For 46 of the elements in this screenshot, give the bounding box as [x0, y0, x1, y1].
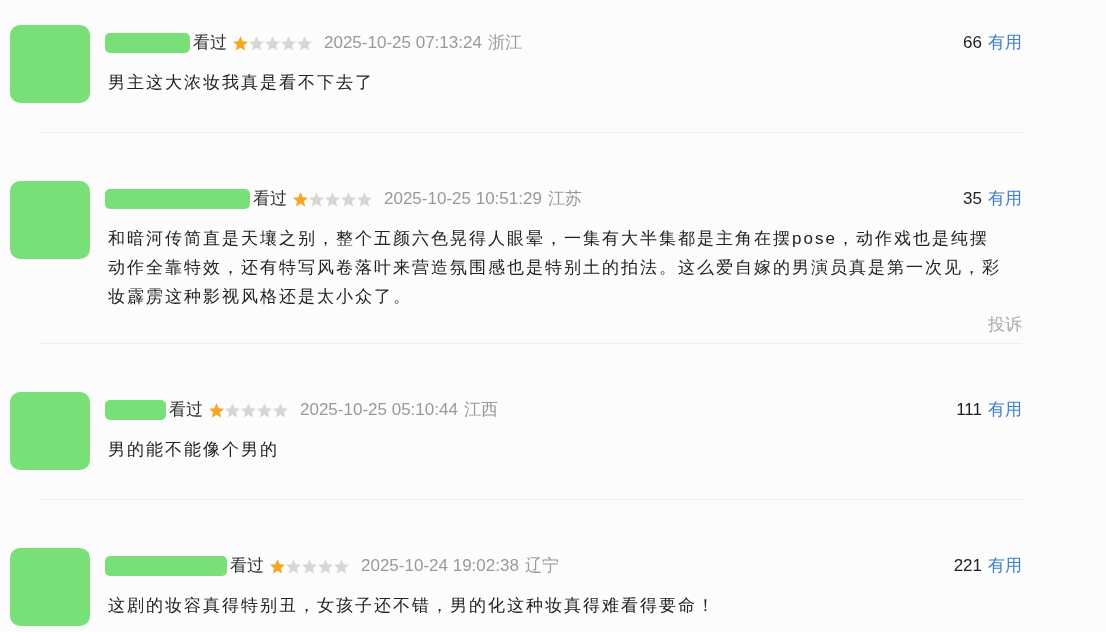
review-location: 江西: [463, 399, 498, 422]
star-icon: [293, 191, 308, 207]
useful-count: 111: [956, 399, 982, 422]
star-icon: [233, 35, 248, 51]
watched-status: 看过: [169, 399, 203, 422]
watched-status: 看过: [193, 32, 227, 55]
star-icon: [265, 35, 280, 51]
useful-button[interactable]: 有用: [988, 553, 1022, 579]
star-icon: [309, 191, 324, 207]
star-icon: [286, 558, 301, 574]
star-icon: [325, 191, 340, 207]
review-location: 江苏: [547, 188, 582, 211]
watched-status: 看过: [230, 555, 264, 578]
review-text: 和暗河传简直是天壤之别，整个五颜六色晃得人眼晕，一集有大半集都是主角在摆pose，动作戏也是纯摆动作全靠特效，还有特写风卷落叶来营造氛围感也是特别土的拍法。这么爱自嫁的男演员真是第一次见，彩妆霹雳这种影视风格还是太小众了。: [108, 228, 1001, 308]
useful-count: 35: [963, 188, 982, 211]
useful-button[interactable]: 有用: [988, 30, 1022, 56]
review-time: 2025-10-25 10:51:29: [384, 188, 542, 211]
star-icon: [297, 35, 312, 51]
review-text: 这剧的妆容真得特别丑，女孩子还不错，男的化这种妆真得难看得要命！: [108, 595, 717, 617]
useful-count: 221: [953, 555, 982, 578]
useful-button[interactable]: 有用: [988, 186, 1022, 212]
review-time: 2025-10-25 07:13:24: [324, 32, 482, 55]
star-icon: [241, 402, 256, 418]
star-icon: [257, 402, 272, 418]
star-icon: [270, 558, 285, 574]
useful-button[interactable]: 有用: [988, 397, 1022, 423]
review-time: 2025-10-25 05:10:44: [300, 399, 458, 422]
star-icon: [209, 402, 224, 418]
star-icon: [225, 402, 240, 418]
star-icon: [318, 558, 333, 574]
review-location: 浙江: [487, 32, 522, 55]
star-icon: [273, 402, 288, 418]
star-icon: [249, 35, 264, 51]
review-location: 辽宁: [524, 555, 559, 578]
redaction-bar: [105, 400, 166, 420]
review-text: 男的能不能像个男的: [108, 439, 280, 461]
star-icon: [334, 558, 349, 574]
star-icon: [302, 558, 317, 574]
review-text: 男主这大浓妆我真是看不下去了: [108, 72, 375, 94]
review-time: 2025-10-24 19:02:38: [361, 555, 519, 578]
watched-status: 看过: [253, 188, 287, 211]
star-icon: [341, 191, 356, 207]
report-button[interactable]: 投诉: [988, 314, 1022, 335]
star-icon: [281, 35, 296, 51]
star-icon: [357, 191, 372, 207]
useful-count: 66: [963, 32, 982, 55]
